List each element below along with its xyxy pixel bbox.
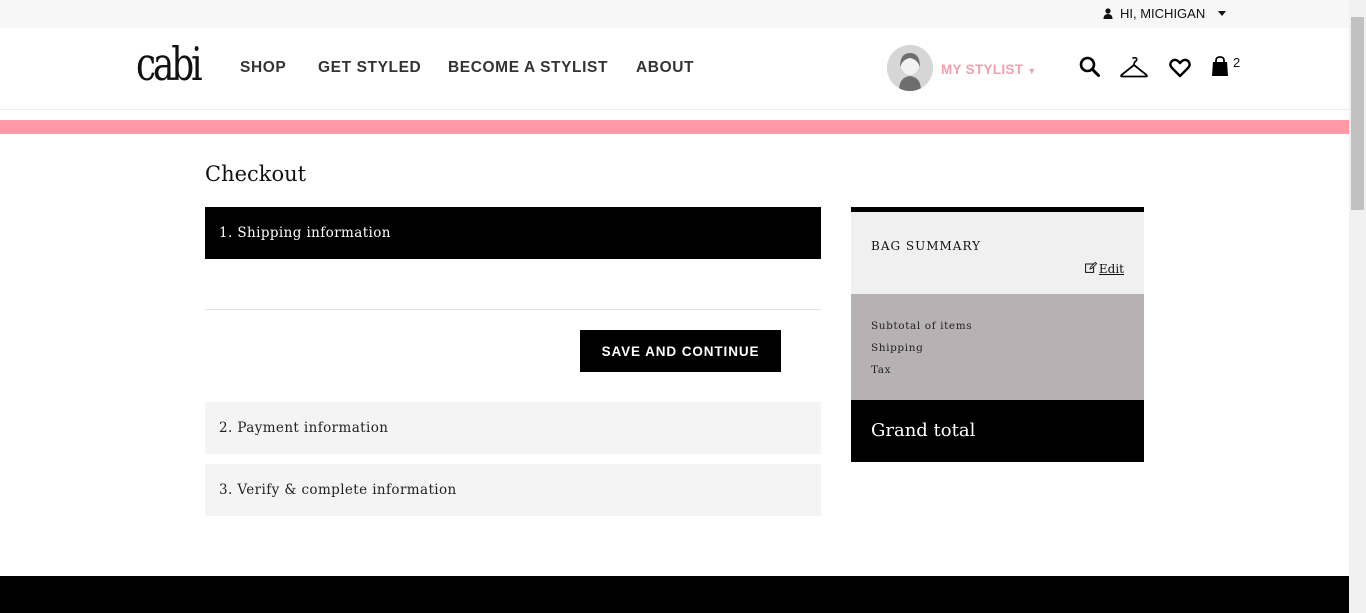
nav-become-a-stylist[interactable]: BECOME A STYLIST [448,59,608,77]
site-header: cabi SHOP GET STYLED BECOME A STYLIST AB… [0,28,1349,110]
promo-banner-strip [0,120,1349,134]
site-footer [0,576,1349,613]
shipping-label: Shipping [871,342,924,354]
edit-bag-link[interactable]: Edit [1084,261,1124,276]
search-icon[interactable] [1079,56,1100,82]
edit-label: Edit [1098,262,1124,276]
bag-summary-title: BAG SUMMARY [871,239,982,253]
my-stylist-menu[interactable]: MY STYLIST ▼ [941,62,1037,77]
hanger-icon[interactable] [1120,56,1148,84]
step-payment-information[interactable]: 2. Payment information [205,402,821,454]
step-label: 1. Shipping information [219,225,391,241]
utility-bar: HI, MICHIGAN [0,0,1349,28]
tax-label: Tax [871,364,892,376]
step-label: 3. Verify & complete information [219,482,457,498]
my-stylist-label: MY STYLIST [941,62,1024,77]
bag-summary-panel: BAG SUMMARY Edit Subtotal of items Shipp… [851,207,1144,462]
grand-total-label: Grand total [871,420,976,441]
subtotal-label: Subtotal of items [871,320,973,332]
nav-get-styled[interactable]: GET STYLED [318,59,421,77]
section-divider [205,309,821,310]
chevron-down-icon [1218,11,1227,16]
greeting-text: HI, MICHIGAN [1120,6,1206,21]
cabi-logo[interactable]: cabi [136,36,203,92]
scrollbar-thumb[interactable] [1351,17,1364,210]
step-label: 2. Payment information [219,420,389,436]
grand-total-row: Grand total [851,400,1144,462]
save-and-continue-button[interactable]: SAVE AND CONTINUE [580,330,781,372]
summary-lines: Subtotal of items Shipping Tax [851,294,1144,400]
nav-shop[interactable]: SHOP [240,59,286,77]
account-greeting[interactable]: HI, MICHIGAN [1103,6,1227,21]
edit-icon [1084,261,1098,276]
nav-about[interactable]: ABOUT [636,59,694,77]
summary-header: BAG SUMMARY Edit [851,212,1144,294]
step-verify-complete[interactable]: 3. Verify & complete information [205,464,821,516]
bag-count-badge: 2 [1233,55,1241,70]
caret-down-icon: ▼ [1027,66,1037,76]
page-title: Checkout [205,162,307,186]
shopping-bag-icon[interactable] [1211,56,1229,82]
stylist-avatar[interactable] [887,45,933,91]
step-shipping-information[interactable]: 1. Shipping information [205,207,821,259]
wishlist-heart-icon[interactable] [1169,58,1191,83]
user-icon [1103,8,1113,19]
